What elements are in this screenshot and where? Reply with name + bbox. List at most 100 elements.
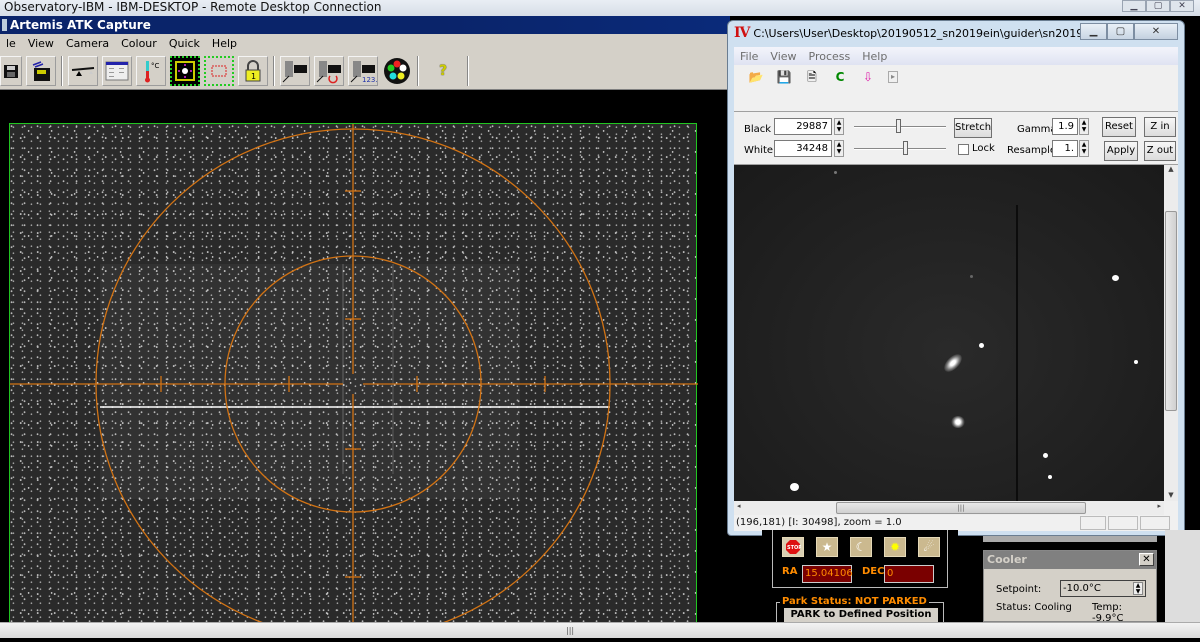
- status-cell: [1140, 516, 1170, 530]
- play-icon[interactable]: ▸: [888, 71, 898, 83]
- star: [1048, 475, 1052, 479]
- focus-button[interactable]: [170, 55, 200, 86]
- menu-colour[interactable]: Colour: [115, 37, 163, 50]
- iv-menu-help[interactable]: Help: [856, 50, 893, 63]
- apply-button[interactable]: Apply: [1104, 141, 1138, 161]
- colour-wheel-icon: [384, 57, 410, 84]
- galaxy-image[interactable]: [734, 165, 1164, 501]
- iv-menu-view[interactable]: View: [764, 50, 802, 63]
- zoom-in-button[interactable]: Z in: [1144, 117, 1176, 137]
- rdp-restore-button[interactable]: ▢: [1146, 0, 1170, 12]
- iv-menu-file[interactable]: File: [734, 50, 764, 63]
- white-spinner[interactable]: ▲ ▼: [834, 140, 844, 157]
- white-slider-thumb[interactable]: [903, 141, 908, 155]
- artemis-menu-bar: le View Camera Colour Quick Help: [0, 34, 730, 52]
- save-sequence-button[interactable]: [26, 55, 56, 86]
- star-button[interactable]: ★: [816, 537, 838, 557]
- scroll-right-icon[interactable]: ▸: [1157, 502, 1161, 510]
- exposure-button[interactable]: [68, 55, 98, 86]
- save-icon: [4, 64, 18, 78]
- cooler-window: Cooler ✕ Setpoint: -10.0°C ▲ ▼ Status: Co…: [983, 550, 1157, 624]
- lock-button[interactable]: 1: [238, 55, 268, 86]
- pixel-readout: (196,181) [I: 30498], zoom = 1.0: [736, 517, 902, 528]
- camera-loop-button[interactable]: [314, 55, 344, 86]
- cooler-title-bar: Cooler ✕: [984, 551, 1156, 569]
- subframe-button[interactable]: [204, 55, 234, 86]
- reset-button[interactable]: Reset: [1102, 117, 1136, 137]
- resample-spinner[interactable]: ▲ ▼: [1079, 140, 1089, 157]
- menu-camera[interactable]: Camera: [60, 37, 115, 50]
- resample-input[interactable]: 1.: [1052, 140, 1078, 157]
- setpoint-input[interactable]: -10.0°C ▲ ▼: [1060, 580, 1146, 597]
- scroll-up-icon[interactable]: ▲: [1164, 165, 1178, 173]
- comet-button[interactable]: ☄: [918, 537, 940, 557]
- rdp-minimize-button[interactable]: ▁: [1122, 0, 1146, 12]
- settings-panel-button[interactable]: [102, 55, 132, 86]
- black-slider-thumb[interactable]: [896, 119, 901, 133]
- iv-horizontal-scrollbar[interactable]: ◂ ||| ▸: [734, 501, 1164, 515]
- open-folder-icon[interactable]: 📂: [748, 69, 764, 85]
- iv-vscroll-thumb[interactable]: [1165, 211, 1177, 411]
- white-input[interactable]: 34248: [774, 140, 832, 157]
- lock-label: Lock: [972, 143, 995, 154]
- save-icon[interactable]: 💾: [776, 69, 792, 85]
- stack-icon[interactable]: ⇩: [860, 69, 876, 85]
- iv-hscroll-thumb[interactable]: |||: [836, 502, 1086, 514]
- scroll-down-icon[interactable]: ▼: [1164, 491, 1178, 499]
- black-spinner[interactable]: ▲ ▼: [834, 118, 844, 135]
- artemis-toolbar: °C 1 123.. ?: [0, 52, 730, 90]
- park-button[interactable]: PARK to Defined Position: [784, 608, 938, 622]
- scroll-left-icon[interactable]: ◂: [737, 502, 741, 510]
- stop-button[interactable]: STOP: [782, 537, 804, 557]
- sun-button[interactable]: ✹: [884, 537, 906, 557]
- menu-file[interactable]: le: [0, 37, 22, 50]
- status-cell: [1108, 516, 1138, 530]
- svg-text:123..: 123..: [362, 76, 377, 84]
- iv-title-bar: IV C:\Users\User\Desktop\20190512_sn2019…: [728, 21, 1184, 45]
- star: [1112, 275, 1119, 281]
- save-button[interactable]: [0, 55, 22, 86]
- iv-vertical-scrollbar[interactable]: ▲ ▼: [1164, 165, 1178, 501]
- cooler-close-button[interactable]: ✕: [1139, 553, 1154, 566]
- setpoint-spinner[interactable]: ▲ ▼: [1133, 582, 1143, 595]
- background-scrollbar[interactable]: [1165, 530, 1200, 622]
- rdp-close-button[interactable]: ✕: [1170, 0, 1194, 12]
- gamma-spinner[interactable]: ▲ ▼: [1079, 118, 1089, 135]
- black-input[interactable]: 29887: [774, 118, 832, 135]
- iv-minimize-button[interactable]: ▁: [1080, 23, 1107, 40]
- iv-window: IV C:\Users\User\Desktop\20190512_sn2019…: [727, 20, 1185, 536]
- gamma-input[interactable]: 1.9: [1052, 118, 1078, 135]
- colour-wheel-button[interactable]: [382, 55, 412, 86]
- menu-quick[interactable]: Quick: [163, 37, 206, 50]
- iv-close-button[interactable]: ✕: [1134, 23, 1178, 40]
- stretch-button[interactable]: Stretch: [954, 118, 992, 138]
- iv-maximize-button[interactable]: ▢: [1107, 23, 1134, 40]
- comet-icon: ☄: [923, 540, 935, 554]
- capture-area: [0, 106, 730, 629]
- camera-sequence-button[interactable]: 123..: [348, 55, 378, 86]
- camera-loop-icon: [316, 60, 341, 83]
- toolbar-separator: [273, 55, 275, 86]
- save-sequence-icon: [32, 60, 50, 81]
- park-status: Park Status: NOT PARKED: [780, 596, 929, 607]
- help-button[interactable]: ?: [424, 55, 462, 86]
- column-defect: [1016, 205, 1018, 501]
- reticle-overlay: [10, 124, 698, 629]
- temperature-button[interactable]: °C: [136, 55, 166, 86]
- camera-single-button[interactable]: [280, 55, 310, 86]
- document-icon[interactable]: 🗎: [804, 69, 820, 85]
- camera-sequence-icon: 123..: [350, 60, 377, 84]
- zoom-out-button[interactable]: Z out: [1144, 141, 1176, 161]
- moon-button[interactable]: ☾: [850, 537, 872, 557]
- iv-menu-process[interactable]: Process: [803, 50, 857, 63]
- white-slider[interactable]: [854, 148, 946, 150]
- lock-checkbox[interactable]: [958, 144, 969, 155]
- thermometer-icon: °C: [145, 60, 160, 82]
- camera-image[interactable]: [9, 123, 698, 629]
- menu-help[interactable]: Help: [206, 37, 243, 50]
- color-c-icon[interactable]: C: [832, 69, 848, 85]
- main-horizontal-scrollbar[interactable]: |||: [0, 622, 1200, 638]
- menu-view[interactable]: View: [22, 37, 60, 50]
- svg-text:1: 1: [251, 72, 256, 81]
- lock-icon: 1: [245, 59, 261, 81]
